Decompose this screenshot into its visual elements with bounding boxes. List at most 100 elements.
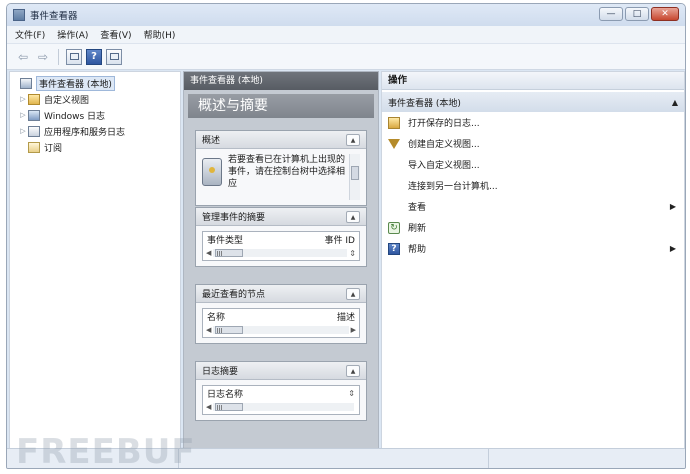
scroll-right-icon[interactable]: ▶ [351,326,356,334]
tree-item-subscriptions[interactable]: 订阅 [10,139,180,155]
section-title: 最近查看的节点 [202,290,266,300]
subscription-icon [28,141,40,153]
recent-nodes-section-header[interactable]: 最近查看的节点 ▲ [196,285,366,303]
tree-item-windows-logs[interactable]: ▷ Windows 日志 [10,107,180,123]
overview-title: 概述与摘要 [188,94,374,118]
action-label: 创建自定义视图... [408,140,480,150]
status-cell-right [489,449,685,468]
action-label: 导入自定义视图... [408,161,480,171]
tree-root-label: 事件查看器 (本地) [36,75,115,91]
submenu-arrow-icon: ▶ [669,202,676,211]
action-connect-another-computer[interactable]: 连接到另一台计算机... [382,175,684,196]
open-log-icon [388,116,400,129]
spin-icon[interactable]: ⇕ [349,249,356,258]
action-label: 连接到另一台计算机... [408,182,498,192]
action-import-custom-view[interactable]: 导入自定义视图... [382,154,684,175]
apps-log-icon [28,125,40,137]
collapse-arrow-icon[interactable]: ▲ [346,210,360,223]
action-pane-icon [109,53,119,60]
collapse-arrow-icon[interactable]: ▲ [346,364,360,377]
expand-arrow-icon[interactable]: ▷ [18,95,28,103]
action-refresh[interactable]: ↻ 刷新 [382,217,684,238]
show-hide-tree-button[interactable] [66,48,82,65]
menu-action[interactable]: 操作(A) [57,28,88,41]
scroll-left-icon[interactable]: ◀ [206,403,211,411]
filter-icon [388,138,400,149]
collapse-arrow-icon[interactable]: ▲ [346,133,360,146]
forward-arrow-icon[interactable]: ⇨ [35,49,51,65]
toolbar: ⇦ ⇨ ? [7,44,685,70]
column-header-event-id[interactable]: 事件 ID [325,233,355,246]
tree-item-label: 自定义视图 [44,95,90,106]
scroll-left-icon[interactable]: ◀ [206,326,211,334]
overview-text: 若要查看已在计算机上出现的事件，请在控制台树中选择相应 [228,155,346,189]
tree-root[interactable]: 事件查看器 (本地) [10,75,180,91]
action-open-saved-log[interactable]: 打开保存的日志... [382,112,684,133]
action-icon-placeholder [388,159,400,171]
horizontal-scrollbar[interactable]: ◀ III [206,402,356,412]
action-icon-placeholder [388,201,400,213]
event-viewer-app-icon [13,9,25,21]
actions-group-header[interactable]: 事件查看器 (本地) ▲ [382,92,684,112]
spin-icon[interactable]: ⇕ [348,389,355,398]
recent-nodes-section: 最近查看的节点 ▲ 名称 描述 ◀ III ▶ [195,284,367,344]
section-title: 管理事件的摘要 [202,213,266,223]
overview-section-header[interactable]: 概述 ▲ [196,131,366,149]
menu-file[interactable]: 文件(F) [15,28,45,41]
expand-arrow-icon[interactable]: ▷ [18,111,28,119]
collapse-arrow-icon[interactable]: ▲ [672,98,678,107]
status-cell-middle [179,449,489,468]
column-header-name[interactable]: 名称 [207,310,225,323]
column-header-description[interactable]: 描述 [337,310,355,323]
title-bar[interactable]: 事件查看器 — □ ✕ [7,4,685,26]
horizontal-scrollbar[interactable]: ◀ III ⇕ [206,248,356,259]
tree-item-label: 订阅 [44,143,63,154]
action-help[interactable]: ? 帮助 ▶ [382,238,684,259]
toolbar-separator [58,48,59,65]
recent-nodes-grid: 名称 描述 ◀ III ▶ [202,308,360,338]
action-label: 打开保存的日志... [408,119,480,129]
minimize-button[interactable]: — [599,7,623,21]
grid-header: 名称 描述 [203,309,359,324]
overview-scrollbar[interactable] [349,154,360,200]
back-arrow-icon[interactable]: ⇦ [15,49,31,65]
center-pane: 事件查看器 (本地) 概述与摘要 概述 ▲ 若要查看已在计算机上出现的事件，请在… [183,71,379,449]
overview-section: 概述 ▲ 若要查看已在计算机上出现的事件，请在控制台树中选择相应 [195,130,367,206]
menu-bar: 文件(F) 操作(A) 查看(V) 帮助(H) [7,26,685,44]
scroll-thumb[interactable]: III [215,249,244,258]
help-button[interactable]: ? [86,48,102,65]
scroll-thumb[interactable]: III [215,403,244,412]
tree-item-label: Windows 日志 [44,111,106,122]
log-summary-section: 日志摘要 ▲ 日志名称 ⇕ ◀ III [195,361,367,421]
show-hide-action-pane-button[interactable] [106,48,122,65]
menu-view[interactable]: 查看(V) [100,28,131,41]
window-controls: — □ ✕ [599,7,679,21]
collapse-arrow-icon[interactable]: ▲ [346,287,360,300]
console-tree-icon [69,53,79,60]
scroll-thumb[interactable]: III [215,326,244,335]
horizontal-scrollbar[interactable]: ◀ III ▶ [206,325,356,335]
console-tree: 事件查看器 (本地) ▷ 自定义视图 ▷ Windows 日志 ▷ 应用程序和服… [9,71,181,449]
column-header-event-type[interactable]: 事件类型 [207,233,243,246]
event-viewer-window: 事件查看器 — □ ✕ 文件(F) 操作(A) 查看(V) 帮助(H) ⇦ ⇨ … [6,3,686,469]
action-create-custom-view[interactable]: 创建自定义视图... [382,133,684,154]
event-viewer-icon [20,77,32,89]
log-icon [28,109,40,121]
overview-body: 若要查看已在计算机上出现的事件，请在控制台树中选择相应 [202,154,360,200]
admin-events-section-header[interactable]: 管理事件的摘要 ▲ [196,208,366,226]
tree-item-app-service-logs[interactable]: ▷ 应用程序和服务日志 [10,123,180,139]
tree-item-custom-views[interactable]: ▷ 自定义视图 [10,91,180,107]
section-title: 概述 [202,136,221,146]
action-label: 帮助 [408,245,427,255]
menu-help[interactable]: 帮助(H) [144,28,176,41]
scroll-left-icon[interactable]: ◀ [206,249,211,257]
scroll-thumb[interactable] [351,166,359,180]
expand-arrow-icon[interactable]: ▷ [18,127,28,135]
column-header-log-name[interactable]: 日志名称 [207,387,243,400]
admin-events-section: 管理事件的摘要 ▲ 事件类型 事件 ID ◀ III ⇕ [195,207,367,267]
action-view[interactable]: 查看 ▶ [382,196,684,217]
action-label: 查看 [408,203,427,213]
maximize-button[interactable]: □ [625,7,649,21]
close-button[interactable]: ✕ [651,7,679,21]
log-summary-section-header[interactable]: 日志摘要 ▲ [196,362,366,380]
